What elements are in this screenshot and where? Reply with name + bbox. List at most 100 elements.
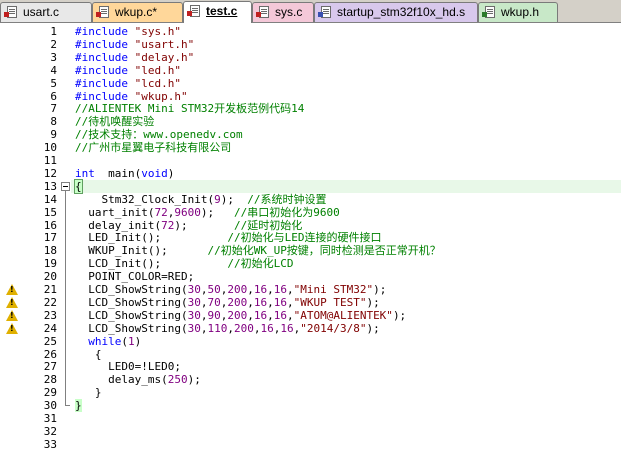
tab-startup-stm32f10x-hd-s[interactable]: startup_stm32f10x_hd.s [314, 2, 478, 22]
code-number: 250 [167, 373, 188, 387]
line-number: 25 [43, 334, 57, 348]
warning-icon[interactable] [6, 296, 18, 308]
warning-icon[interactable] [6, 322, 18, 334]
code-token: Stm32_Clock_Init( [75, 192, 215, 206]
line-number: 13 [43, 179, 57, 193]
code-token: WKUP_Init(); [75, 244, 208, 258]
code-line[interactable]: LCD_ShowString(30,90,200,16,16,"ATOM@ALI… [75, 309, 406, 322]
code-line[interactable]: Stm32_Clock_Init(9); //系统时钟设置 [75, 193, 326, 206]
code-number: 16 [273, 295, 287, 309]
line-number: 14 [43, 192, 57, 206]
code-line[interactable]: POINT_COLOR=RED; [75, 270, 194, 283]
code-comment: //初始化与LED连接的硬件接口 [227, 231, 382, 245]
source-file-icon [4, 6, 17, 18]
code-number: 16 [253, 295, 268, 309]
code-token: ( [121, 334, 128, 348]
code-line[interactable]: delay_ms(250); [75, 373, 201, 386]
code-line[interactable]: //待机唤醒实验 [75, 115, 154, 128]
code-number: 72 [154, 205, 168, 219]
tab-test-c[interactable]: test.c [183, 1, 252, 23]
code-token: , [227, 321, 234, 335]
fold-collapse-icon[interactable] [61, 181, 70, 191]
line-number: 16 [43, 218, 57, 232]
tab-wkup-h[interactable]: wkup.h [478, 2, 558, 22]
code-token: , [267, 308, 274, 322]
code-token: POINT_COLOR=RED; [75, 270, 195, 284]
line-number: 3 [50, 50, 57, 64]
code-comment: //待机唤醒实验 [75, 115, 155, 129]
code-line[interactable]: LCD_ShowString(30,50,200,16,16,"Mini STM… [75, 283, 386, 296]
code-line[interactable]: #include "usart.h" [75, 38, 194, 51]
code-line[interactable]: WKUP_Init(); //初始化WK_UP按键，同时检测是否正常开机？ [75, 244, 441, 257]
code-token: uart_init( [75, 205, 155, 219]
code-line[interactable]: { [74, 178, 83, 194]
source-file-icon [256, 6, 269, 18]
line-number: 4 [50, 63, 57, 77]
warning-icon[interactable] [6, 284, 18, 295]
line-number: 9 [50, 128, 57, 142]
code-token: LCD_ShowString( [75, 308, 188, 322]
line-number: 21 [43, 283, 57, 296]
code-line[interactable]: uart_init(72,9600); //串口初始化为9600 [75, 206, 340, 219]
code-line[interactable]: //广州市星翼电子科技有限公司 [75, 141, 231, 154]
code-number: 9600 [174, 205, 201, 219]
code-line[interactable]: //技术支持：www.openedv.com [75, 128, 243, 141]
tab-label: usart.c [23, 5, 60, 19]
code-line[interactable]: delay_init(72); //延时初始化 [75, 219, 302, 232]
code-directive: #include [75, 76, 135, 90]
code-line[interactable]: LCD_ShowString(30,70,200,16,16,"WKUP TES… [75, 295, 379, 309]
code-number: 16 [253, 308, 268, 322]
code-line[interactable]: #include "wkup.h" [75, 90, 188, 103]
tab-label: wkup.c* [115, 5, 158, 19]
code-line[interactable]: LED_Init(); //初始化与LED连接的硬件接口 [75, 231, 381, 244]
code-comment: //ALIENTEK Mini STM32开发板范例代码14 [75, 102, 305, 116]
line-number: 22 [43, 295, 57, 309]
code-line[interactable]: #include "lcd.h" [75, 77, 181, 90]
line-number: 33 [43, 437, 57, 451]
code-line[interactable]: } [75, 386, 102, 399]
warning-icon[interactable] [6, 309, 18, 321]
code-line[interactable]: while(1) [75, 335, 141, 348]
code-token: , [247, 283, 254, 296]
code-token: delay_init( [75, 218, 162, 232]
code-token: LCD_ShowString( [75, 295, 188, 309]
code-token: ) [167, 166, 175, 180]
line-number: 8 [50, 115, 57, 129]
code-token: delay_ms( [75, 373, 168, 387]
current-line-highlight [71, 179, 621, 193]
tab-sys-c[interactable]: sys.c [252, 2, 314, 22]
code-number: 30 [187, 283, 201, 296]
code-number: 50 [207, 283, 221, 296]
code-area[interactable]: #include "sys.h" #include "usart.h" #inclu… [71, 23, 621, 456]
code-comment: //初始化WK_UP按键，同时检测是否正常开机？ [207, 244, 441, 258]
line-number: 7 [50, 102, 57, 116]
code-number: 16 [260, 321, 274, 335]
code-number: 200 [227, 283, 248, 296]
line-number: 15 [43, 205, 57, 219]
code-line[interactable]: } [75, 399, 82, 413]
code-line[interactable]: LCD_ShowString(30,110,200,16,16,"2014/3/… [75, 321, 379, 335]
code-string: "led.h" [134, 63, 181, 77]
code-token: , [247, 295, 254, 309]
tab-wkup-c[interactable]: wkup.c* [92, 2, 183, 22]
line-number: 17 [43, 231, 57, 245]
code-line[interactable]: #include "led.h" [75, 64, 181, 77]
code-string: "wkup.h" [134, 89, 188, 103]
code-token: ) [134, 334, 142, 348]
code-line[interactable]: LED0=!LED0; [75, 360, 181, 373]
code-line[interactable]: { [75, 348, 102, 361]
code-line[interactable]: int main(void) [75, 167, 174, 180]
tab-label: sys.c [275, 5, 303, 19]
code-line[interactable]: LCD_Init(); //初始化LCD [75, 257, 293, 270]
code-line[interactable]: #include "delay.h" [75, 51, 194, 64]
code-token: ); [200, 205, 234, 219]
line-number: 11 [43, 154, 57, 167]
code-token: } [75, 386, 102, 400]
tab-usart-c[interactable]: usart.c [0, 2, 92, 22]
code-line[interactable]: #include "sys.h" [75, 25, 181, 38]
code-editor[interactable]: 1234567891011121314151617181920212223242… [0, 23, 621, 456]
code-token: , [286, 295, 294, 309]
code-line[interactable]: //ALIENTEK Mini STM32开发板范例代码14 [75, 102, 304, 115]
line-number: 32 [43, 424, 57, 438]
code-token: LCD_Init(); [75, 257, 228, 271]
